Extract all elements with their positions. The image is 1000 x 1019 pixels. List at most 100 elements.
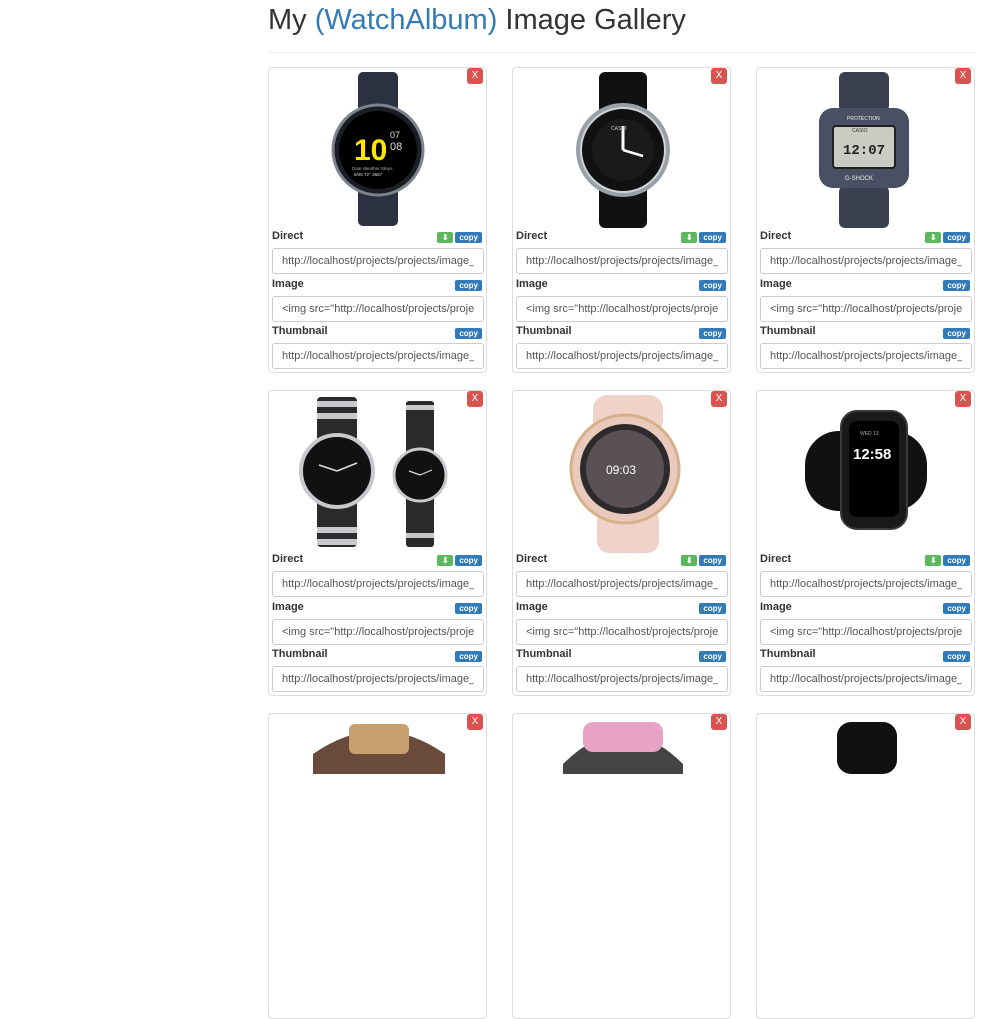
svg-text:PROTECTION: PROTECTION <box>847 116 880 122</box>
copy-image-button[interactable]: copy <box>699 280 726 291</box>
copy-image-button[interactable]: copy <box>455 280 482 291</box>
thumbnail-label: Thumbnail <box>760 325 816 337</box>
delete-button[interactable]: X <box>467 68 483 84</box>
delete-button[interactable]: X <box>467 714 483 730</box>
svg-text:08: 08 <box>390 141 402 153</box>
thumbnail-label: Thumbnail <box>516 648 572 660</box>
image-tag-field[interactable] <box>272 296 484 322</box>
album-name: (WatchAlbum) <box>314 4 498 36</box>
image-tag-field[interactable] <box>516 619 728 645</box>
image-label: Image <box>760 278 792 290</box>
copy-thumbnail-button[interactable]: copy <box>943 328 970 339</box>
download-button[interactable]: ⬇ <box>437 232 454 243</box>
thumbnail-link-field[interactable] <box>272 666 484 692</box>
thumbnail-label: Thumbnail <box>272 648 328 660</box>
image-label: Image <box>516 601 548 613</box>
direct-link-field[interactable] <box>516 571 728 597</box>
copy-image-button[interactable]: copy <box>455 603 482 614</box>
image-tag-field[interactable] <box>516 296 728 322</box>
thumbnail-link-field[interactable] <box>516 666 728 692</box>
g-shock-watch-image: 12:07 PROTECTION CASIO G-SHOCK <box>819 72 909 228</box>
thumbnail-link-field[interactable] <box>760 666 972 692</box>
image-tag-field[interactable] <box>760 619 972 645</box>
copy-thumbnail-button[interactable]: copy <box>699 651 726 662</box>
thumbnail-link-field[interactable] <box>272 343 484 369</box>
direct-link-field[interactable] <box>272 571 484 597</box>
svg-text:G-SHOCK: G-SHOCK <box>845 176 873 182</box>
copy-direct-button[interactable]: copy <box>699 232 726 243</box>
title-prefix: My <box>268 4 307 36</box>
image-label: Image <box>760 601 792 613</box>
copy-direct-button[interactable]: copy <box>699 555 726 566</box>
gallery-card: CASIO X Direct ⬇copy Image copy Thumbnai… <box>512 67 731 373</box>
svg-text:09:03: 09:03 <box>606 463 636 477</box>
thumbnail-label: Thumbnail <box>760 648 816 660</box>
image-tag-field[interactable] <box>760 296 972 322</box>
direct-label: Direct <box>272 553 304 565</box>
copy-image-button[interactable]: copy <box>943 603 970 614</box>
download-button[interactable]: ⬇ <box>437 555 454 566</box>
thumbnail-link-field[interactable] <box>760 343 972 369</box>
copy-image-button[interactable]: copy <box>699 603 726 614</box>
thumbnail-link-field[interactable] <box>516 343 728 369</box>
svg-text:07: 07 <box>390 130 400 140</box>
direct-link-field[interactable] <box>272 248 484 274</box>
copy-thumbnail-button[interactable]: copy <box>943 651 970 662</box>
delete-button[interactable]: X <box>955 391 971 407</box>
couple-watches-image <box>299 397 448 547</box>
copy-direct-button[interactable]: copy <box>943 232 970 243</box>
copy-direct-button[interactable]: copy <box>455 232 482 243</box>
svg-text:CASIO: CASIO <box>611 126 627 132</box>
download-button[interactable]: ⬇ <box>681 232 698 243</box>
gallery-card: 12:07 PROTECTION CASIO G-SHOCK X Direct … <box>756 67 975 373</box>
smartwatch-image: 10 08 07 Date Weather Steps 6/05 72° 365… <box>331 72 425 226</box>
direct-link-field[interactable] <box>760 571 972 597</box>
copy-thumbnail-button[interactable]: copy <box>699 328 726 339</box>
copy-thumbnail-button[interactable]: copy <box>455 328 482 339</box>
direct-label: Direct <box>760 230 792 242</box>
download-button[interactable]: ⬇ <box>925 555 942 566</box>
kids-watch-image <box>563 722 683 774</box>
direct-link-field[interactable] <box>760 248 972 274</box>
copy-image-button[interactable]: copy <box>943 280 970 291</box>
svg-text:6/05 72° 3657: 6/05 72° 3657 <box>354 172 383 177</box>
copy-direct-button[interactable]: copy <box>943 555 970 566</box>
gallery-card: X <box>512 713 731 1019</box>
page-header: My (WatchAlbum) Image Gallery <box>268 0 976 53</box>
direct-label: Direct <box>516 230 548 242</box>
gallery-card: WED 13 12:58 X Direct ⬇copy Image copy T… <box>756 390 975 696</box>
direct-label: Direct <box>760 553 792 565</box>
direct-label: Direct <box>272 230 304 242</box>
delete-button[interactable]: X <box>711 68 727 84</box>
svg-text:12:58: 12:58 <box>853 446 891 463</box>
svg-text:CASIO: CASIO <box>852 128 868 134</box>
gallery-card: 10 08 07 Date Weather Steps 6/05 72° 365… <box>268 67 487 373</box>
title-suffix: Image Gallery <box>505 4 686 36</box>
copy-direct-button[interactable]: copy <box>455 555 482 566</box>
gallery-card: 09:03 X Direct ⬇copy Image copy Thumbnai… <box>512 390 731 696</box>
svg-text:WED 13: WED 13 <box>860 431 879 437</box>
delete-button[interactable]: X <box>711 391 727 407</box>
leather-watch-image <box>313 724 445 774</box>
download-button[interactable]: ⬇ <box>681 555 698 566</box>
gallery-card: X <box>756 713 975 1019</box>
download-button[interactable]: ⬇ <box>925 232 942 243</box>
delete-button[interactable]: X <box>955 68 971 84</box>
gallery-card: X <box>268 713 487 1019</box>
thumbnail-label: Thumbnail <box>272 325 328 337</box>
copy-thumbnail-button[interactable]: copy <box>455 651 482 662</box>
svg-text:12:07: 12:07 <box>843 143 885 159</box>
image-label: Image <box>516 278 548 290</box>
image-tag-field[interactable] <box>272 619 484 645</box>
thumbnail-label: Thumbnail <box>516 325 572 337</box>
delete-button[interactable]: X <box>467 391 483 407</box>
direct-link-field[interactable] <box>516 248 728 274</box>
delete-button[interactable]: X <box>711 714 727 730</box>
fitness-tracker-image: WED 13 12:58 <box>805 410 927 530</box>
rose-smartwatch-image: 09:03 <box>569 395 681 553</box>
image-label: Image <box>272 601 304 613</box>
page-title: My (WatchAlbum) Image Gallery <box>268 4 686 37</box>
svg-text:Date Weather Steps: Date Weather Steps <box>352 166 393 171</box>
gallery-card: X Direct ⬇copy Image copy Thumbnail copy <box>268 390 487 696</box>
delete-button[interactable]: X <box>955 714 971 730</box>
